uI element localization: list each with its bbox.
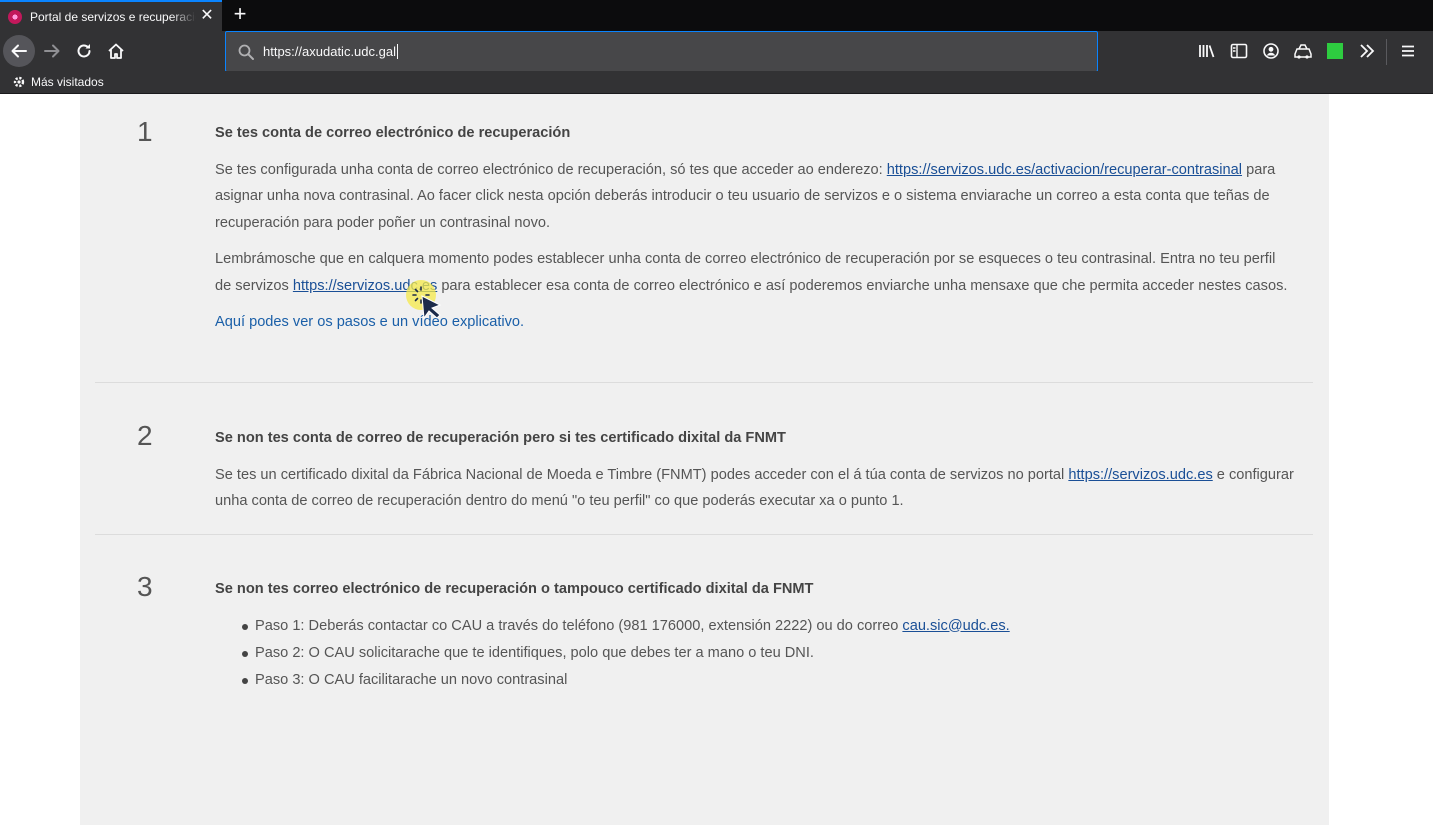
url-input[interactable]: https://axudatic.udc.gal (263, 44, 396, 59)
text-caret (396, 44, 398, 59)
section-title: Se non tes correo electrónico de recuper… (215, 581, 814, 597)
navigation-toolbar: https://axudatic.udc.gal (0, 31, 1433, 72)
list-item: Paso 1: Deberás contactar co CAU a travé… (242, 613, 1295, 640)
library-icon (1199, 45, 1215, 58)
section-number: 2 (137, 420, 153, 451)
tab-title: Portal de servizos e recuperación (30, 9, 196, 24)
address-bar[interactable]: https://axudatic.udc.gal (225, 31, 1098, 72)
section-title: Se non tes conta de correo de recuperaci… (215, 430, 786, 446)
step-text: Paso 1: Deberás contactar co CAU a travé… (255, 617, 903, 634)
sidebar-button[interactable] (1229, 41, 1249, 61)
extension-button[interactable] (1293, 41, 1313, 61)
section-title: Se tes conta de correo electrónico de re… (215, 125, 571, 141)
mouse-cursor (404, 279, 444, 327)
paragraph-text: Se tes configurada unha conta de correo … (215, 161, 887, 178)
arrow-right-icon (44, 44, 60, 58)
arrow-left-icon (11, 44, 27, 58)
toolbar-separator (1386, 39, 1387, 65)
paragraph: Aquí podes ver os pasos e un vídeo expli… (215, 309, 1295, 336)
forward-button[interactable] (37, 36, 67, 66)
main-menu-button[interactable] (1398, 41, 1418, 61)
home-button[interactable] (101, 36, 131, 66)
list-item: Paso 3: O CAU facilitarache un novo cont… (242, 667, 1295, 694)
search-icon (238, 44, 254, 60)
gear-icon (13, 76, 25, 88)
servizos-link[interactable]: https://servizos.udc.es (1068, 467, 1212, 483)
green-extension-button[interactable] (1325, 41, 1345, 61)
active-tab[interactable]: Portal de servizos e recuperación ✕ (0, 0, 222, 31)
steps-list: Paso 1: Deberás contactar co CAU a travé… (215, 613, 1295, 694)
list-item: Paso 2: O CAU solicitarache que te ident… (242, 640, 1295, 667)
section-divider (95, 382, 1313, 383)
sidebar-icon (1230, 43, 1248, 59)
account-icon (1263, 43, 1279, 59)
overflow-menu-button[interactable] (1357, 41, 1377, 61)
paragraph: Se tes configurada unha conta de correo … (215, 157, 1295, 237)
account-button[interactable] (1261, 41, 1281, 61)
library-button[interactable] (1197, 41, 1217, 61)
back-button[interactable] (3, 35, 35, 67)
video-tutorial-link[interactable]: Aquí podes ver os pasos e un vídeo expli… (215, 314, 524, 330)
paragraph-text: para establecer esa conta de correo elec… (437, 277, 1288, 294)
paragraph: Lembrámosche que en calquera momento pod… (215, 246, 1295, 299)
home-icon (108, 43, 124, 59)
section-body: Se non tes conta de correo de recuperaci… (215, 425, 1295, 525)
section-divider (95, 534, 1313, 535)
close-tab-icon[interactable]: ✕ (198, 6, 216, 26)
section-body: Se tes conta de correo electrónico de re… (215, 120, 1295, 346)
reload-icon (77, 44, 91, 58)
green-square-icon (1327, 43, 1343, 59)
cursor-highlight-icon (406, 280, 442, 320)
recover-password-link[interactable]: https://servizos.udc.es/activacion/recup… (887, 162, 1242, 178)
paragraph-text: Se tes un certificado dixital da Fábrica… (215, 466, 1069, 483)
section-number: 3 (137, 571, 153, 602)
reload-button[interactable] (69, 36, 99, 66)
paragraph: Se tes un certificado dixital da Fábrica… (215, 462, 1295, 515)
new-tab-button[interactable]: + (229, 2, 251, 26)
content-panel: 1 Se tes conta de correo electrónico de … (80, 94, 1329, 825)
bookmark-most-visited[interactable]: Más visitados (31, 75, 104, 89)
tab-bar: Portal de servizos e recuperación ✕ + (0, 0, 1433, 31)
bookmarks-toolbar: Más visitados (0, 71, 1433, 94)
site-favicon-icon (8, 9, 22, 24)
section-body: Se non tes correo electrónico de recuper… (215, 576, 1295, 694)
extension-car-icon (1294, 44, 1312, 59)
web-page: 1 Se tes conta de correo electrónico de … (0, 94, 1433, 825)
section-number: 1 (137, 116, 153, 147)
hamburger-menu-icon (1402, 45, 1414, 57)
cau-email-link[interactable]: cau.sic@udc.es. (902, 618, 1009, 634)
chevron-double-right-icon (1360, 44, 1375, 58)
